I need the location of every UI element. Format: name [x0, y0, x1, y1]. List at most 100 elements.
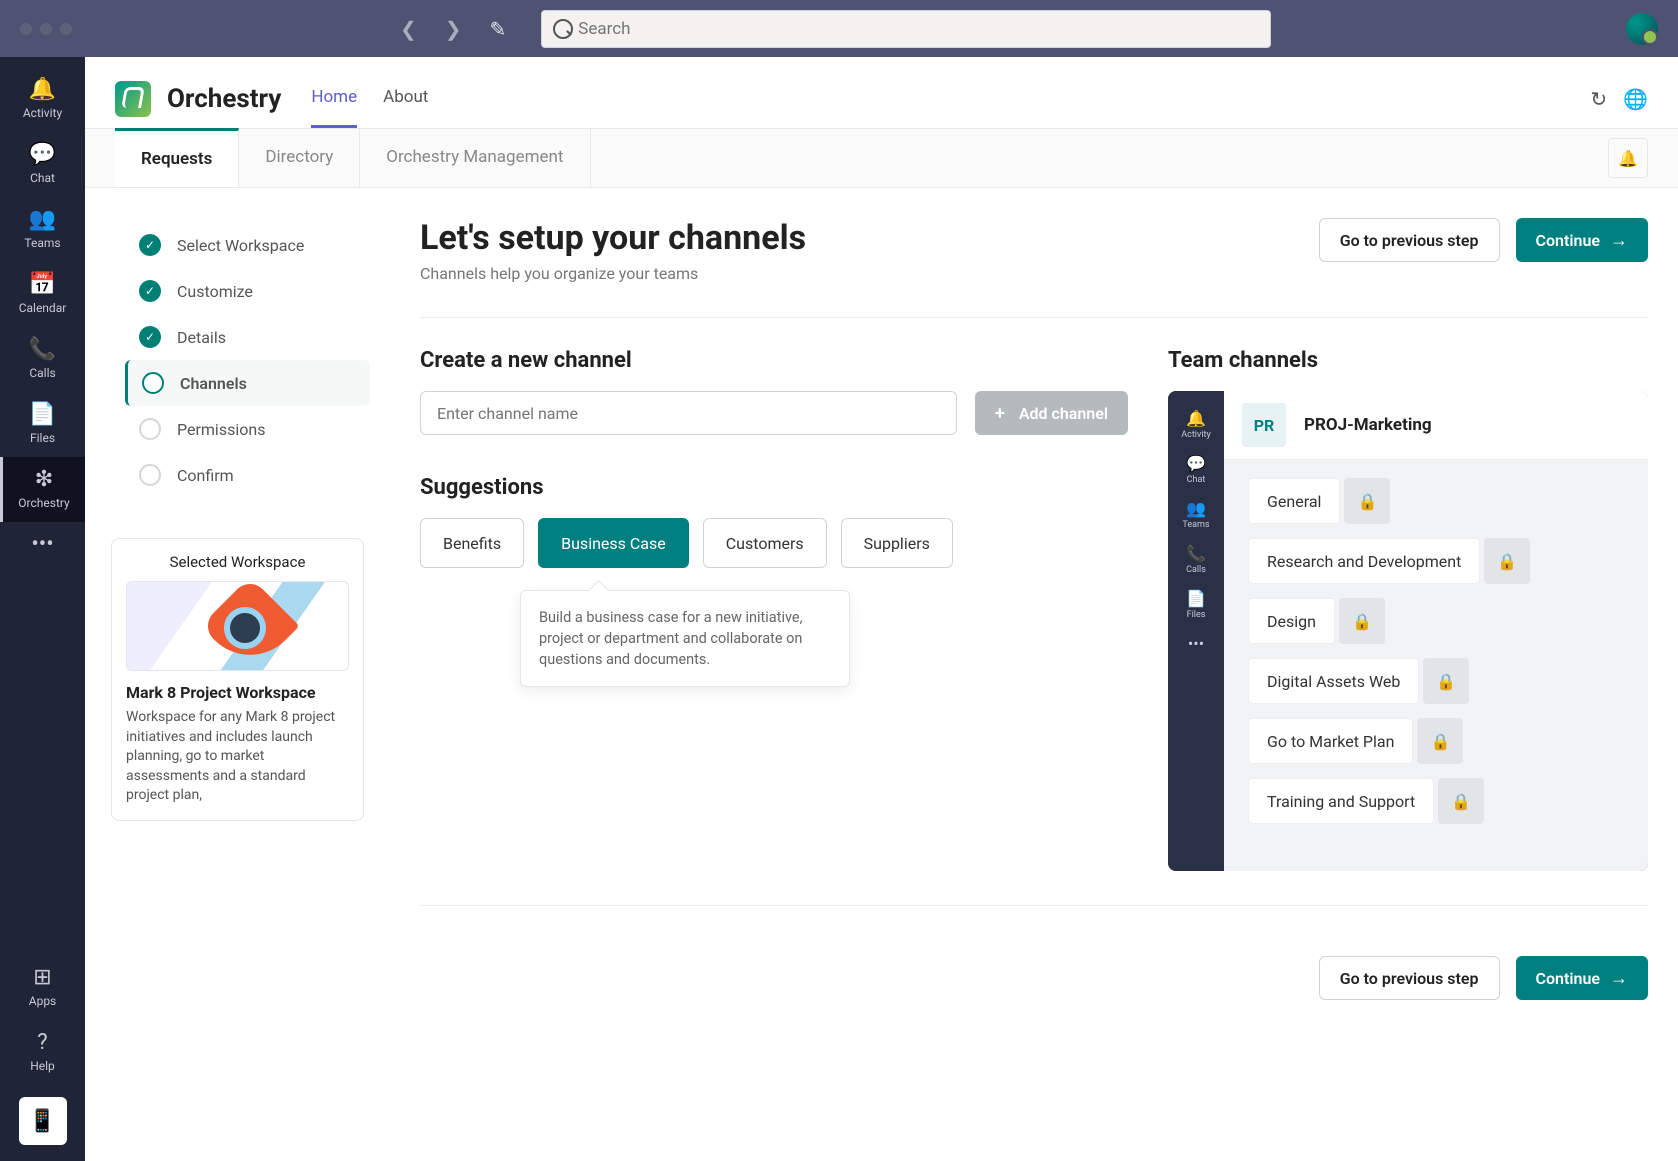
step-confirm[interactable]: Confirm [125, 452, 370, 498]
subtab-requests[interactable]: Requests [115, 128, 239, 187]
rail-label: Activity [23, 106, 62, 120]
rail-calendar[interactable]: 📅Calendar [0, 262, 85, 327]
workspace-thumbnail [126, 581, 349, 671]
channel-row: Go to Market Plan🔒 [1248, 718, 1624, 764]
more-icon: ••• [0, 532, 85, 557]
rail-mobile[interactable]: 📱 [19, 1097, 67, 1145]
rail-label: Files [30, 431, 55, 445]
rail-files[interactable]: 📄 Files [0, 392, 85, 457]
zoom-dot[interactable] [60, 23, 72, 35]
chip-benefits[interactable]: Benefits [420, 518, 524, 568]
rail-label: Help [30, 1059, 55, 1073]
prev-step-button-footer[interactable]: Go to previous step [1319, 956, 1500, 1000]
suggestions-heading: Suggestions [420, 475, 1128, 500]
create-heading: Create a new channel [420, 348, 1128, 373]
wizard-steps: ✓Select Workspace ✓Customize ✓Details Ch… [125, 222, 370, 498]
divider [420, 905, 1648, 906]
rail-calls[interactable]: 📞Calls [0, 327, 85, 392]
avatar[interactable] [1626, 13, 1658, 45]
globe-icon[interactable]: 🌐 [1623, 87, 1648, 111]
current-step-icon [142, 372, 164, 394]
step-label: Select Workspace [177, 236, 304, 255]
more-icon: ••• [1168, 634, 1224, 653]
app-header: Orchestry Home About ↻ 🌐 [85, 57, 1678, 129]
rail-orchestry[interactable]: ❇Orchestry [0, 457, 85, 522]
two-col: Create a new channel + Add channel Sugges… [420, 348, 1648, 871]
channel-row: Design🔒 [1248, 598, 1624, 644]
step-permissions[interactable]: Permissions [125, 406, 370, 452]
team-channels-heading: Team channels [1168, 348, 1648, 373]
add-channel-label: Add channel [1019, 404, 1108, 423]
mini-teams: 👥Teams [1168, 493, 1224, 536]
orchestry-icon: ❇ [3, 467, 85, 492]
close-dot[interactable] [20, 23, 32, 35]
arrow-right-icon: → [1610, 230, 1628, 251]
mobile-icon: 📱 [29, 1109, 56, 1134]
chip-suppliers[interactable]: Suppliers [841, 518, 953, 568]
add-channel-button[interactable]: + Add channel [975, 391, 1128, 435]
rail-apps[interactable]: ⊞Apps [0, 955, 85, 1020]
right-column: Let's setup your channels Channels help … [380, 218, 1648, 1141]
main: Orchestry Home About ↻ 🌐 Requests Direct… [85, 57, 1678, 1161]
app-logo [115, 81, 151, 117]
channel-name-input[interactable] [420, 391, 957, 435]
channel-name: Research and Development [1248, 538, 1480, 584]
rail-more[interactable]: ••• [0, 522, 85, 573]
lock-icon: 🔒 [1417, 718, 1463, 764]
app-header-actions: ↻ 🌐 [1590, 87, 1648, 111]
chat-icon: 💬 [1168, 454, 1224, 473]
step-label: Confirm [177, 466, 234, 485]
rail-chat[interactable]: 💬Chat [0, 132, 85, 197]
forward-button[interactable]: ❯ [437, 13, 470, 45]
refresh-icon[interactable]: ↻ [1590, 87, 1607, 111]
plus-icon: + [995, 403, 1005, 424]
channel-row: Research and Development🔒 [1248, 538, 1624, 584]
subtab-directory[interactable]: Directory [239, 129, 360, 187]
minimize-dot[interactable] [40, 23, 52, 35]
continue-button-footer[interactable]: Continue→ [1516, 956, 1648, 1000]
step-label: Permissions [177, 420, 265, 439]
nav-arrows: ❮ ❯ [392, 13, 470, 45]
phone-icon: 📞 [1168, 544, 1224, 563]
chip-business-case[interactable]: Business Case [538, 518, 689, 568]
selected-workspace-heading: Selected Workspace [126, 553, 349, 571]
divider [420, 317, 1648, 318]
selected-workspace-card: Selected Workspace Mark 8 Project Worksp… [111, 538, 364, 821]
tab-home[interactable]: Home [311, 87, 357, 128]
apps-icon: ⊞ [0, 965, 85, 990]
step-label: Details [177, 328, 226, 347]
left-column: ✓Select Workspace ✓Customize ✓Details Ch… [95, 218, 380, 1141]
step-channels[interactable]: Channels [125, 360, 370, 406]
search-input[interactable] [541, 10, 1271, 48]
bell-icon: 🔔 [1618, 149, 1638, 168]
compose-button[interactable]: ✎ [490, 17, 507, 41]
app-rail: 🔔Activity 💬Chat 👥Teams 📅Calendar 📞Calls … [0, 57, 85, 1161]
file-icon: 📄 [1168, 589, 1224, 608]
tab-about[interactable]: About [383, 87, 428, 128]
step-select-workspace[interactable]: ✓Select Workspace [125, 222, 370, 268]
notifications-button[interactable]: 🔔 [1608, 138, 1648, 178]
step-details[interactable]: ✓Details [125, 314, 370, 360]
preview-body: PR PROJ-Marketing General🔒 Research and … [1224, 391, 1648, 871]
file-icon: 📄 [0, 402, 85, 427]
back-button[interactable]: ❮ [392, 13, 425, 45]
mini-rail: 🔔Activity 💬Chat 👥Teams 📞Calls 📄Files ••• [1168, 391, 1224, 871]
page-actions: Go to previous step Continue→ [1319, 218, 1648, 262]
pending-step-icon [139, 464, 161, 486]
pending-step-icon [139, 418, 161, 440]
chip-customers[interactable]: Customers [703, 518, 827, 568]
subtabs-row: Requests Directory Orchestry Management … [85, 129, 1678, 188]
rail-label: Teams [24, 236, 60, 250]
continue-button[interactable]: Continue→ [1516, 218, 1648, 262]
step-customize[interactable]: ✓Customize [125, 268, 370, 314]
phone-icon: 📞 [0, 337, 85, 362]
prev-step-button[interactable]: Go to previous step [1319, 218, 1500, 262]
rail-help[interactable]: ? Help [0, 1020, 85, 1085]
help-icon: ? [0, 1030, 85, 1055]
rail-teams[interactable]: 👥Teams [0, 197, 85, 262]
subtab-management[interactable]: Orchestry Management [360, 129, 590, 187]
content: ✓Select Workspace ✓Customize ✓Details Ch… [85, 188, 1678, 1161]
rail-activity[interactable]: 🔔Activity [0, 67, 85, 132]
continue-label: Continue [1536, 969, 1600, 988]
lock-icon: 🔒 [1484, 538, 1530, 584]
